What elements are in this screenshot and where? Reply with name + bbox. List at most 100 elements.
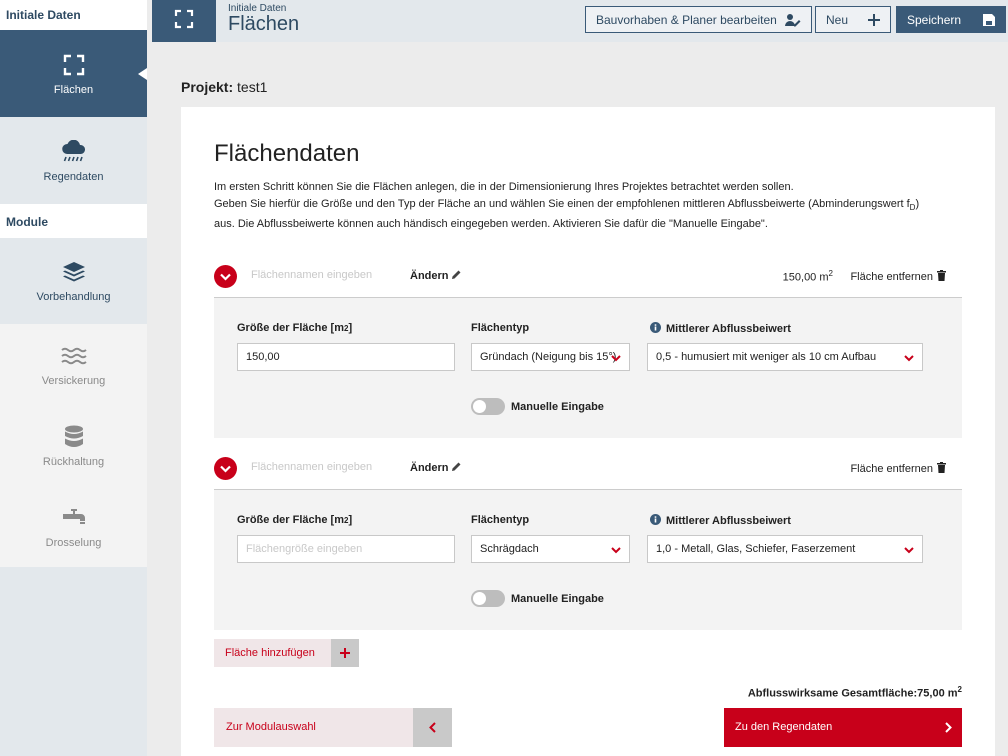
manual-input-toggle[interactable]	[471, 398, 505, 415]
area-size-input[interactable]	[237, 535, 455, 563]
chevron-right-icon	[945, 720, 952, 738]
plus-icon	[331, 639, 359, 667]
rain-cloud-icon	[61, 139, 87, 165]
save-button[interactable]: Speichern	[896, 6, 1006, 33]
new-button[interactable]: Neu	[815, 6, 891, 33]
area-size-unit: m	[819, 271, 829, 284]
total-area-unit: m	[947, 687, 958, 700]
sidebar-item-label: Flächen	[53, 83, 94, 96]
collapse-area-button[interactable]	[214, 457, 237, 480]
manual-input-label: Manuelle Eingabe	[511, 593, 604, 605]
total-area-value: 75,00	[917, 687, 945, 700]
coefficient-label: Mittlerer Abflussbeiwert	[650, 514, 791, 528]
pencil-icon	[451, 270, 461, 282]
area-body-2: Größe der Fläche [m2] Flächentyp Schrägd…	[214, 490, 962, 630]
rename-area-button[interactable]: Ändern	[410, 462, 461, 474]
expand-button[interactable]	[152, 0, 216, 42]
collapse-area-button[interactable]	[214, 265, 237, 288]
coefficient-select[interactable]: 1,0 - Metall, Glas, Schiefer, Faserzemen…	[647, 535, 923, 563]
area-size-value: 150,00	[782, 271, 817, 284]
area-size-display: 150,00 m2	[783, 269, 833, 284]
size-label: Größe der Fläche [m 2]	[237, 514, 352, 526]
size-label: Größe der Fläche [m 2]	[237, 322, 352, 334]
floppy-disk-icon	[983, 13, 995, 26]
next-button-label: Zu den Regendaten	[735, 721, 833, 733]
layers-icon	[61, 259, 87, 285]
rename-area-button[interactable]: Ändern	[410, 270, 461, 282]
area-header-2: Ändern Fläche entfernen	[214, 448, 962, 490]
expand-icon	[61, 52, 87, 78]
add-area-button[interactable]: Fläche hinzufügen	[214, 639, 359, 667]
chevron-down-icon	[611, 353, 621, 365]
area-type-select[interactable]: Schrägdach	[471, 535, 630, 563]
size-label-text: Größe der Fläche [m	[237, 514, 344, 526]
total-area: Abflusswirksame Gesamtfläche:75,00 m2	[748, 685, 962, 700]
remove-area-button[interactable]: Fläche entfernen	[850, 462, 946, 476]
intro-text: Im ersten Schritt können Sie die Flächen…	[214, 179, 974, 233]
area-type-select[interactable]: Gründach (Neigung bis 15°)	[471, 343, 630, 371]
waves-icon	[60, 343, 87, 369]
project-label-key: Projekt:	[181, 79, 234, 95]
size-label-text: Größe der Fläche [m	[237, 322, 344, 334]
sidebar-item-drosselung[interactable]: Drosselung	[0, 486, 147, 567]
next-rain-data-button[interactable]: Zu den Regendaten	[724, 708, 962, 747]
back-to-modules-button[interactable]: Zur Modulauswahl	[214, 708, 452, 747]
chevron-down-icon	[904, 545, 914, 557]
manual-input-toggle[interactable]	[471, 590, 505, 607]
project-label: Projekt: test1	[181, 79, 267, 95]
user-edit-icon	[785, 13, 801, 27]
chevron-down-icon	[220, 460, 231, 478]
coefficient-label-text: Mittlerer Abflussbeiwert	[666, 323, 791, 335]
trash-icon	[937, 270, 946, 284]
faucet-icon	[61, 505, 87, 531]
trash-icon	[937, 462, 946, 476]
coefficient-label: Mittlerer Abflussbeiwert	[650, 322, 791, 336]
planer-button-label: Bauvorhaben & Planer bearbeiten	[596, 12, 777, 27]
sidebar-item-label: Versickerung	[41, 374, 106, 387]
area-type-value: Schrägdach	[480, 543, 539, 555]
sidebar: Initiale Daten Flächen Regendaten Module	[0, 0, 147, 756]
sidebar-item-vorbehandlung[interactable]: Vorbehandlung	[0, 238, 147, 324]
area-name-input[interactable]	[251, 269, 401, 281]
chevron-down-icon	[220, 268, 231, 286]
info-icon[interactable]	[650, 322, 661, 336]
manual-input-label: Manuelle Eingabe	[511, 401, 604, 413]
type-label: Flächentyp	[471, 514, 530, 526]
sidebar-heading-initial: Initiale Daten	[0, 0, 147, 30]
section-title: Flächendaten	[214, 140, 360, 167]
size-label-end: ]	[348, 322, 353, 334]
project-name: test1	[237, 79, 268, 95]
database-icon	[61, 424, 87, 450]
coefficient-select[interactable]: 0,5 - humusiert mit weniger als 10 cm Au…	[647, 343, 923, 371]
chevron-down-icon	[904, 353, 914, 365]
info-icon[interactable]	[650, 514, 661, 528]
back-button-label: Zur Modulauswahl	[226, 721, 316, 733]
type-label: Flächentyp	[471, 322, 530, 334]
remove-area-button[interactable]: Fläche entfernen	[850, 270, 946, 284]
intro-line-3: aus. Die Abflussbeiwerte können auch hän…	[214, 218, 768, 231]
coefficient-label-text: Mittlerer Abflussbeiwert	[666, 515, 791, 527]
sidebar-item-regendaten[interactable]: Regendaten	[0, 117, 147, 204]
save-button-label: Speichern	[907, 12, 962, 27]
sidebar-item-label: Regendaten	[43, 170, 104, 183]
add-area-label: Fläche hinzufügen	[225, 647, 315, 659]
intro-line-2-text: Geben Sie hierfür die Größe und den Typ …	[214, 198, 910, 210]
sidebar-item-versickerung[interactable]: Versickerung	[0, 324, 147, 405]
area-name-input[interactable]	[251, 461, 401, 473]
edit-project-planner-button[interactable]: Bauvorhaben & Planer bearbeiten	[585, 6, 812, 33]
sidebar-item-rueckhaltung[interactable]: Rückhaltung	[0, 405, 147, 486]
intro-line-1: Im ersten Schritt können Sie die Flächen…	[214, 181, 794, 193]
area-size-input[interactable]	[237, 343, 455, 371]
area-body-1: Größe der Fläche [m2] Flächentyp Gründac…	[214, 298, 962, 438]
sidebar-item-label: Drosselung	[45, 536, 102, 549]
remove-area-label: Fläche entfernen	[850, 463, 933, 475]
rename-label: Ändern	[410, 462, 449, 474]
coefficient-value: 1,0 - Metall, Glas, Schiefer, Faserzemen…	[656, 543, 856, 555]
expand-icon	[174, 9, 194, 34]
sidebar-item-flaechen[interactable]: Flächen	[0, 30, 147, 117]
content-card: Flächendaten Im ersten Schritt können Si…	[181, 107, 995, 756]
new-button-label: Neu	[826, 12, 849, 27]
area-type-value: Gründach (Neigung bis 15°)	[480, 351, 617, 363]
sidebar-heading-modules: Module	[0, 204, 147, 238]
intro-line-2-end: )	[915, 198, 920, 210]
